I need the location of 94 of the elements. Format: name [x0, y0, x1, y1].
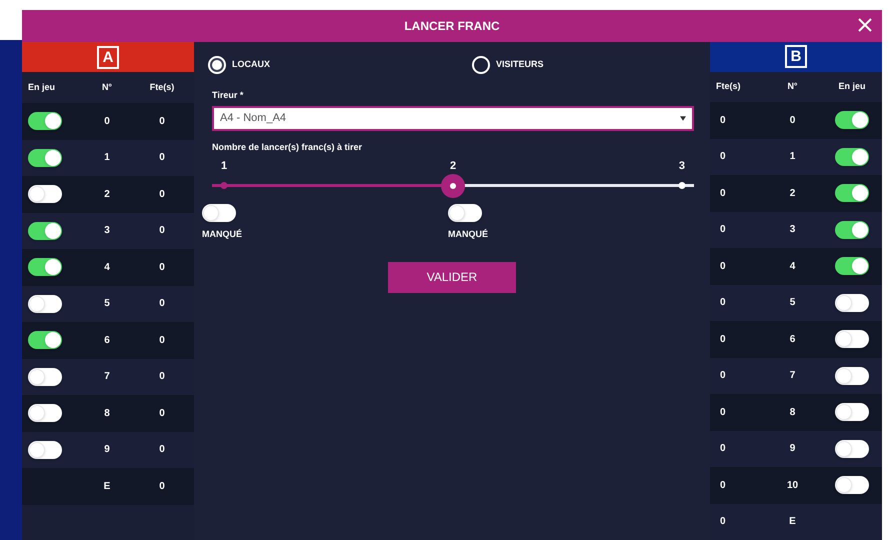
- foul-count: 0: [720, 406, 726, 420]
- player-number: 0: [104, 114, 110, 129]
- player-number: 8: [790, 406, 796, 420]
- foul-count: 0: [159, 334, 165, 348]
- column-header: Fte(s): [715, 80, 742, 93]
- player-number: 5: [790, 296, 796, 310]
- column-header: En jeu: [27, 80, 56, 94]
- radio-button[interactable]: [472, 56, 490, 74]
- foul-count: 0: [159, 151, 165, 166]
- foul-count: 0: [159, 224, 165, 238]
- shooter-dropdown[interactable]: A4 - Nom_A4: [212, 106, 694, 130]
- toggle-switch[interactable]: [448, 204, 482, 222]
- toggle-switch[interactable]: [28, 331, 62, 350]
- foul-count: 0: [159, 370, 165, 384]
- player-number: 5: [104, 297, 110, 312]
- dialog-title: LANCER FRANC: [404, 18, 500, 35]
- team-letter: A: [96, 46, 120, 68]
- foul-count: 0: [720, 369, 726, 384]
- toggle-switch[interactable]: [28, 440, 62, 459]
- toggle-switch[interactable]: [835, 148, 869, 166]
- toggle-switch[interactable]: [835, 403, 869, 422]
- column-header: Fte(s): [148, 80, 176, 94]
- foul-count: 0: [720, 150, 726, 164]
- foul-count: 0: [720, 442, 726, 456]
- tick-label: 2: [450, 159, 456, 174]
- column-header: En jeu: [837, 80, 866, 93]
- caret-icon: [680, 116, 686, 120]
- foul-count: 0: [720, 332, 726, 347]
- player-number: E: [789, 515, 796, 530]
- toggle-switch[interactable]: [28, 185, 62, 204]
- player-number: 4: [104, 260, 110, 275]
- toggle-switch[interactable]: [28, 112, 62, 130]
- radio-label: LOCAUX: [232, 58, 270, 72]
- tick-label: 1: [220, 159, 228, 174]
- foul-count: 0: [159, 260, 165, 275]
- missed-label: MANQUÉ: [202, 228, 242, 241]
- toggle-switch[interactable]: [835, 257, 869, 276]
- team-letter: B: [784, 45, 808, 68]
- player-number: 1: [790, 150, 796, 164]
- foul-count: 0: [720, 260, 726, 274]
- player-number: 2: [104, 188, 110, 202]
- toggle-switch[interactable]: [202, 204, 236, 222]
- foul-count: 0: [159, 188, 165, 202]
- player-number: 3: [790, 223, 796, 238]
- toggle-switch[interactable]: [835, 476, 869, 494]
- player-number: 2: [790, 186, 796, 201]
- player-number: 10: [786, 478, 798, 493]
- player-number: 6: [104, 334, 110, 348]
- foul-count: 0: [159, 297, 165, 312]
- toggle-switch[interactable]: [28, 222, 62, 240]
- toggle-switch[interactable]: [835, 440, 869, 458]
- toggle-switch[interactable]: [835, 294, 869, 312]
- toggle-switch[interactable]: [28, 258, 62, 276]
- foul-count: 0: [159, 114, 165, 129]
- player-number: 0: [790, 114, 796, 128]
- player-number: 9: [104, 443, 110, 458]
- player-number: E: [104, 480, 110, 494]
- foul-count: 0: [159, 443, 165, 458]
- column-header: N°: [786, 80, 799, 93]
- player-number: 3: [104, 224, 110, 238]
- foul-count: 0: [720, 515, 726, 530]
- foul-count: 0: [720, 478, 726, 493]
- player-number: 8: [104, 406, 110, 421]
- player-number: 7: [790, 369, 796, 384]
- column-header: N°: [100, 80, 114, 94]
- foul-count: 0: [720, 223, 726, 238]
- field-label: Tireur *: [212, 89, 244, 102]
- toggle-switch[interactable]: [835, 330, 869, 348]
- tick-label: 3: [678, 159, 685, 174]
- toggle-switch[interactable]: [28, 148, 62, 167]
- toggle-switch[interactable]: [835, 220, 869, 239]
- foul-count: 0: [159, 480, 165, 494]
- player-number: 9: [790, 442, 796, 456]
- player-number: 7: [104, 370, 110, 384]
- toggle-switch[interactable]: [835, 366, 869, 385]
- player-number: 1: [104, 151, 110, 166]
- foul-count: 0: [720, 114, 726, 128]
- radio-label: VISITEURS: [496, 58, 544, 72]
- radio-button[interactable]: [208, 56, 226, 74]
- player-number: 4: [790, 260, 796, 274]
- toggle-switch[interactable]: [28, 368, 62, 386]
- slider-thumb[interactable]: [441, 174, 465, 198]
- toggle-switch[interactable]: [835, 111, 869, 130]
- foul-count: 0: [720, 186, 726, 201]
- validate-button[interactable]: VALIDER: [388, 262, 516, 292]
- foul-count: 0: [159, 406, 165, 421]
- toggle-switch[interactable]: [28, 294, 62, 313]
- close-icon[interactable]: [856, 16, 874, 34]
- toggle-switch[interactable]: [28, 404, 62, 422]
- toggle-switch[interactable]: [835, 184, 869, 202]
- player-number: 6: [790, 332, 796, 347]
- missed-label: MANQUÉ: [448, 228, 488, 241]
- foul-count: 0: [720, 296, 726, 310]
- field-label: Nombre de lancer(s) franc(s) à tirer: [212, 140, 364, 154]
